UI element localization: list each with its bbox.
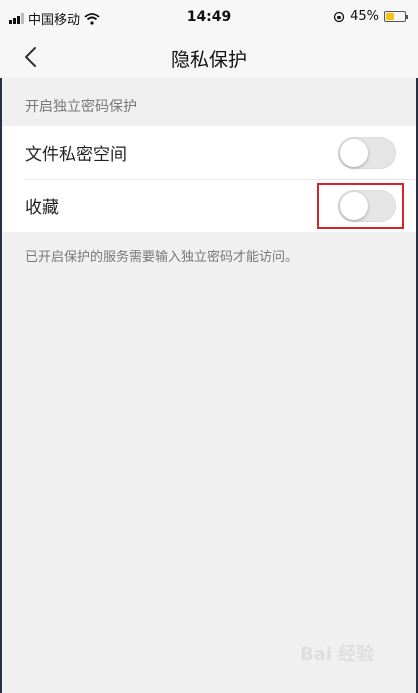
watermark: Bai 经验 [300,644,375,665]
frame-edge-left [0,0,2,693]
row-label-private-space: 文件私密空间 [25,145,127,165]
battery-percent: 45% [350,9,379,24]
row-label-favorites: 收藏 [25,198,59,218]
battery-fill [386,13,395,20]
highlight-box [317,183,404,229]
footer-note: 已开启保护的服务需要输入独立密码才能访问。 [25,250,299,265]
status-bar: 中国移动 14:49 45% [0,0,418,36]
page-title: 隐私保护 [170,49,247,71]
row-private-space: 文件私密空间 [2,126,416,179]
status-bar-right: 45% [333,9,408,24]
orientation-lock-icon [333,11,345,22]
toggle-knob [340,138,368,167]
battery-icon [384,11,408,22]
private-space-toggle[interactable] [338,136,396,169]
nav-bar: 隐私保护 [0,36,418,78]
section-label: 开启独立密码保护 [25,99,137,115]
